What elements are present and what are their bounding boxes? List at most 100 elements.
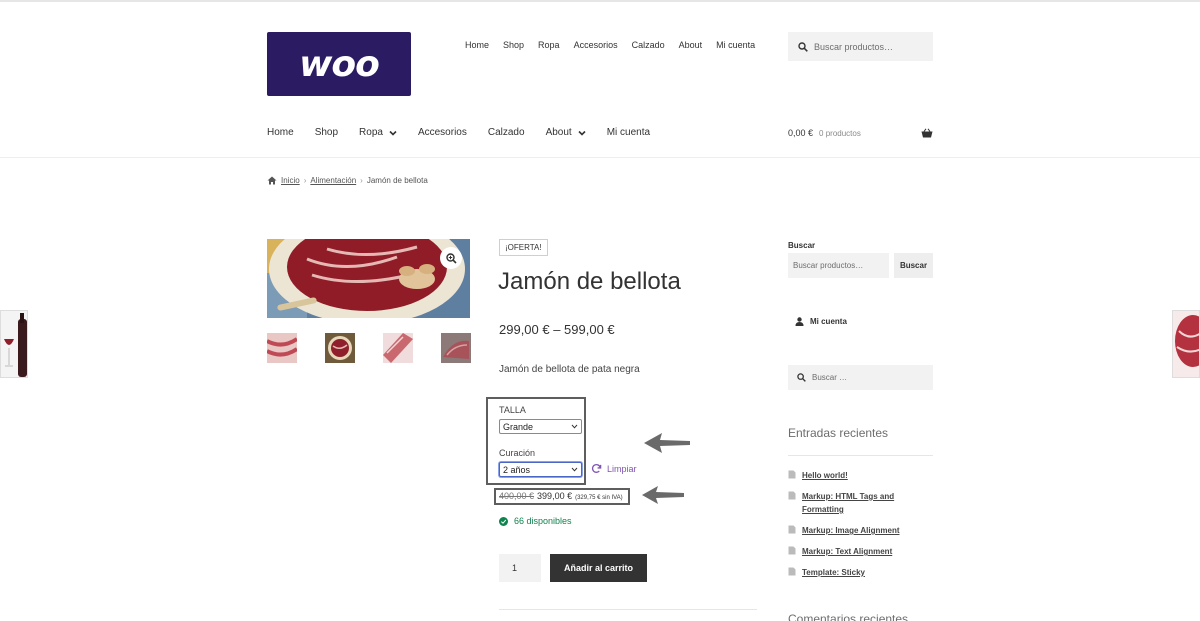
ham-thumbnail-image — [267, 333, 297, 363]
header-divider — [0, 157, 1200, 158]
document-icon — [788, 470, 796, 479]
talla-selected-value: Grande — [503, 421, 534, 432]
curacion-select[interactable]: 2 años — [499, 462, 582, 477]
secondary-nav-home[interactable]: Home — [458, 40, 496, 50]
sidebar-product-search-input[interactable]: Buscar productos… — [788, 253, 889, 278]
ham-plate-image — [267, 239, 470, 318]
gallery-thumbnail[interactable] — [325, 333, 355, 363]
sale-price: 399,00 € — [537, 491, 573, 501]
sale-badge: ¡OFERTA! — [499, 239, 548, 256]
secondary-nav-ropa[interactable]: Ropa — [531, 40, 567, 50]
recent-post-link[interactable]: Markup: Text Alignment — [802, 545, 912, 558]
nav-label: Ropa — [359, 127, 383, 138]
price-range: 299,00 € – 599,00 € — [499, 322, 615, 337]
nav-item-ropa[interactable]: Ropa — [359, 127, 397, 138]
chevron-down-icon — [571, 424, 578, 429]
recent-post-item: Template: Sticky — [788, 566, 912, 579]
refresh-icon — [591, 463, 602, 473]
nav-label: Calzado — [487, 127, 525, 138]
ham-plate-thumbnail-image — [325, 333, 355, 363]
recent-post-link[interactable]: Hello world! — [802, 469, 912, 482]
sidebar-search-title: Buscar — [788, 241, 816, 250]
document-icon — [788, 491, 796, 500]
short-description: Jamón de bellota de pata negra — [499, 364, 640, 375]
zoom-in-icon — [445, 252, 457, 264]
breadcrumb-current: Jamón de bellota — [366, 176, 428, 185]
secondary-nav-calzado[interactable]: Calzado — [625, 40, 672, 50]
nav-label: Accesorios — [417, 127, 467, 138]
recent-post-item: Hello world! — [788, 469, 912, 482]
document-icon — [788, 546, 796, 555]
sidebar-search-button-label: Buscar — [899, 261, 928, 270]
recent-post-item: Markup: HTML Tags and Formatting — [788, 490, 912, 516]
breadcrumb: Inicio › Alimentación › Jamón de bellota — [267, 176, 428, 185]
recent-posts-divider — [788, 455, 933, 456]
previous-product-thumbnail[interactable] — [0, 310, 28, 378]
nav-item-home[interactable]: Home — [267, 127, 294, 138]
document-icon — [788, 567, 796, 576]
summary-divider — [499, 609, 757, 610]
nav-item-about[interactable]: About — [546, 127, 586, 138]
ham-slices-thumbnail-image — [383, 333, 413, 363]
talla-select[interactable]: Grande — [499, 419, 582, 434]
header-cart[interactable]: 0,00 € 0 productos — [788, 128, 933, 138]
gallery-thumbnail[interactable] — [383, 333, 413, 363]
ham-slices-image — [1173, 311, 1199, 377]
nav-label: Shop — [314, 127, 339, 138]
top-border — [0, 0, 1200, 2]
header-search-placeholder: Buscar productos… — [814, 41, 894, 52]
secondary-nav-mi-cuenta[interactable]: Mi cuenta — [709, 40, 762, 50]
nav-label: Home — [267, 127, 294, 138]
talla-label: TALLA — [499, 405, 526, 415]
recent-comments-title: Comentarios recientes — [788, 612, 909, 621]
secondary-nav-accesorios[interactable]: Accesorios — [567, 40, 625, 50]
search-icon — [798, 41, 808, 52]
gallery-thumbnail[interactable] — [267, 333, 297, 363]
recent-post-link[interactable]: Markup: Image Alignment — [802, 524, 912, 537]
user-icon — [795, 317, 804, 326]
product-main-image[interactable] — [267, 239, 470, 318]
cart-count: 0 productos — [819, 128, 861, 138]
sidebar-site-search-input[interactable]: Buscar … — [788, 365, 933, 390]
secondary-nav-shop[interactable]: Shop — [496, 40, 531, 50]
recent-post-item: Markup: Text Alignment — [788, 545, 912, 558]
clear-label: Limpiar — [607, 463, 637, 474]
nav-item-calzado[interactable]: Calzado — [488, 127, 525, 138]
arrow-left-icon — [642, 486, 684, 504]
recent-post-item: Markup: Image Alignment — [788, 524, 912, 537]
secondary-nav-about[interactable]: About — [672, 40, 710, 50]
nav-item-accesorios[interactable]: Accesorios — [418, 127, 467, 138]
breadcrumb-category[interactable]: Alimentación — [310, 176, 356, 185]
recent-post-link[interactable]: Template: Sticky — [802, 566, 912, 579]
secondary-navigation: Home Shop Ropa Accesorios Calzado About … — [458, 40, 762, 50]
logo-text: woo — [299, 43, 380, 85]
header-search-input[interactable]: Buscar productos… — [788, 32, 933, 61]
zoom-button[interactable] — [440, 247, 462, 269]
breadcrumb-home[interactable]: Inicio — [281, 176, 300, 185]
nav-label: Mi cuenta — [606, 127, 651, 138]
basket-icon — [921, 128, 933, 138]
add-to-cart-button[interactable]: Añadir al carrito — [550, 554, 647, 582]
nav-item-mi-cuenta[interactable]: Mi cuenta — [607, 127, 650, 138]
breadcrumb-separator: › — [360, 176, 363, 185]
chevron-down-icon — [571, 467, 578, 472]
sidebar-account-link[interactable]: Mi cuenta — [795, 317, 847, 326]
sidebar-search-button[interactable]: Buscar — [894, 253, 933, 278]
quantity-input[interactable]: 1 — [499, 554, 541, 582]
clear-variations-link[interactable]: Limpiar — [591, 463, 637, 474]
gallery-thumbnail[interactable] — [441, 333, 471, 363]
search-icon — [797, 373, 806, 382]
nav-item-shop[interactable]: Shop — [315, 127, 338, 138]
chevron-down-icon — [389, 130, 397, 136]
site-logo[interactable]: woo — [267, 32, 411, 96]
recent-posts-title: Entradas recientes — [788, 426, 889, 440]
ham-leg-thumbnail-image — [441, 333, 471, 363]
curacion-selected-value: 2 años — [503, 464, 531, 475]
recent-post-link[interactable]: Markup: HTML Tags and Formatting — [802, 490, 912, 516]
next-product-thumbnail[interactable] — [1172, 310, 1200, 378]
old-price: 400,00 € — [499, 491, 535, 501]
nav-label: About — [545, 127, 572, 138]
primary-navigation: Home Shop Ropa Accesorios Calzado About … — [267, 127, 671, 138]
chevron-down-icon — [578, 130, 586, 136]
cart-total: 0,00 € — [788, 128, 814, 138]
